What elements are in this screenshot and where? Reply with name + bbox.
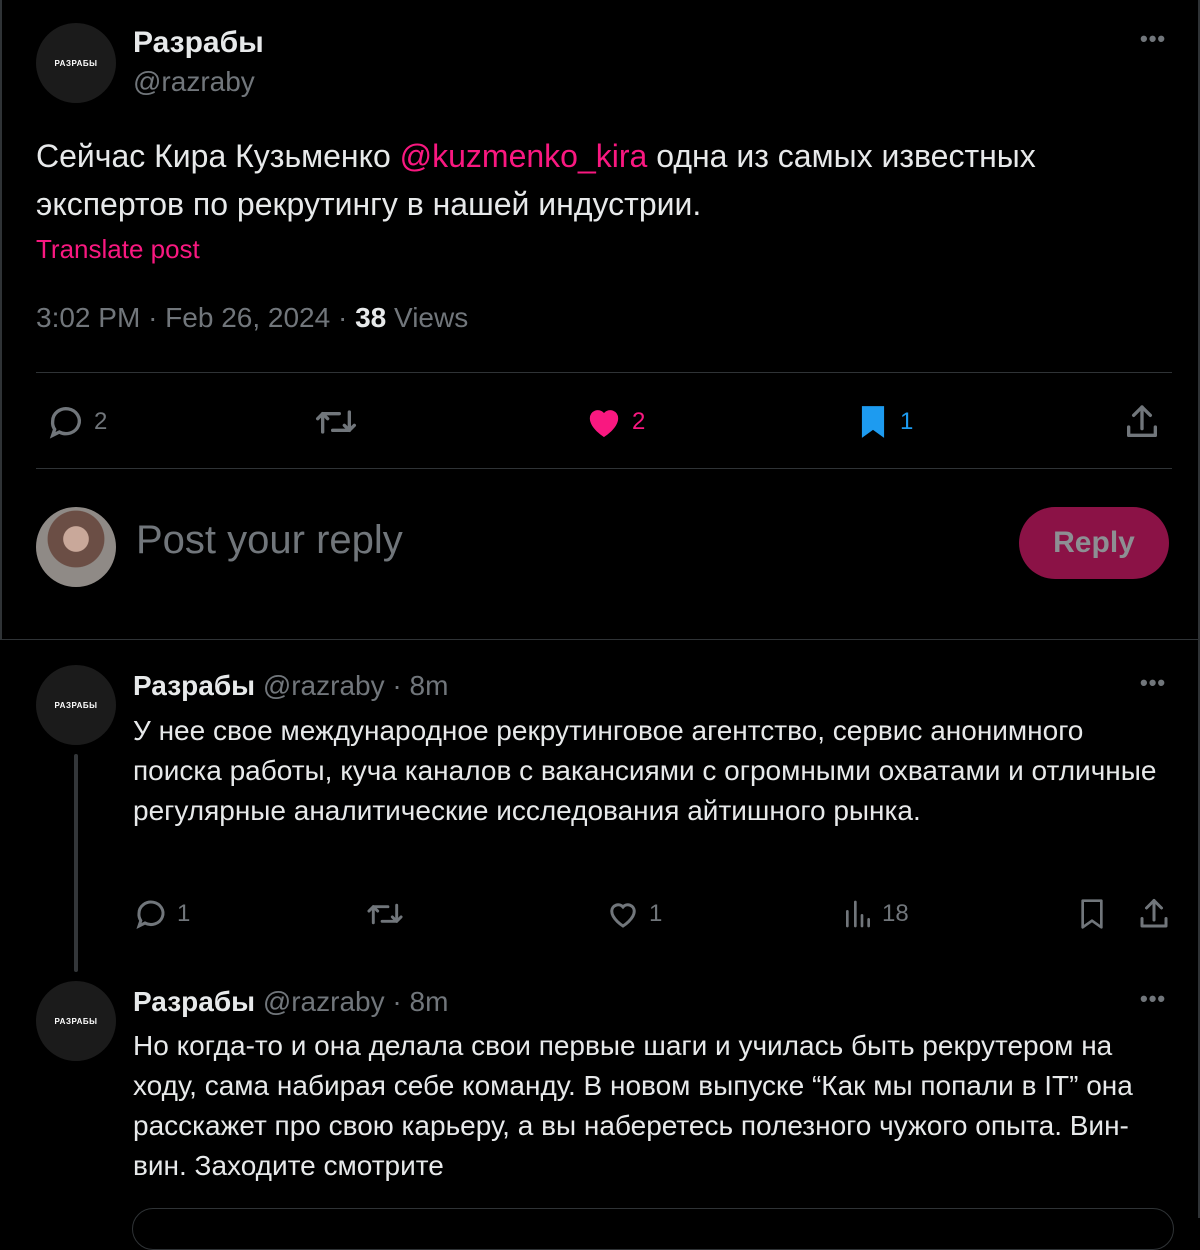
thread-like-count: 1 xyxy=(649,900,663,927)
thread-author-avatar[interactable]: РАЗРАБЫ xyxy=(36,665,116,745)
author-handle[interactable]: @razraby xyxy=(133,66,255,98)
post-text: Сейчас Кира Кузьменко @kuzmenko_kira одн… xyxy=(36,132,1156,228)
reply-count: 2 xyxy=(94,408,108,435)
post-time[interactable]: 3:02 PM xyxy=(36,302,140,333)
retweet-icon xyxy=(367,903,403,925)
mention-link[interactable]: @kuzmenko_kira xyxy=(400,138,648,174)
post-text-part: Сейчас Кира Кузьменко xyxy=(36,138,400,174)
more-icon[interactable]: ••• xyxy=(1140,986,1166,1012)
more-icon[interactable]: ••• xyxy=(1140,26,1166,52)
column-border-left xyxy=(0,0,2,640)
thread-text: Но когда-то и она делала свои первые шаг… xyxy=(133,1030,1133,1181)
user-avatar[interactable] xyxy=(36,507,116,587)
views-label: Views xyxy=(394,302,469,333)
comment-icon xyxy=(49,407,81,439)
comment-icon xyxy=(136,900,165,929)
post-detail-view: РАЗРАБЫ Разрабы @razraby ••• Сейчас Кира… xyxy=(0,0,1200,1250)
share-icon xyxy=(1140,899,1168,928)
share-icon xyxy=(1127,405,1157,437)
thread-bookmark-action[interactable] xyxy=(1076,896,1108,932)
analytics-icon xyxy=(846,900,870,928)
reply-input[interactable]: Post your reply xyxy=(136,518,403,563)
bookmark-icon xyxy=(1081,899,1103,929)
divider xyxy=(36,372,1172,373)
translate-post-link[interactable]: Translate post xyxy=(36,234,200,265)
divider xyxy=(36,468,1172,469)
avatar-logo-text: РАЗРАБЫ xyxy=(54,58,98,68)
avatar-logo-text: РАЗРАБЫ xyxy=(54,700,98,710)
heart-icon xyxy=(589,410,619,437)
thread-reply-action[interactable]: 1 xyxy=(133,896,190,932)
more-icon[interactable]: ••• xyxy=(1140,670,1166,696)
thread-views-count: 18 xyxy=(882,900,909,927)
author-name[interactable]: Разрабы xyxy=(133,26,264,60)
thread-connector xyxy=(74,754,78,972)
share-action[interactable] xyxy=(1122,402,1162,442)
bookmark-action[interactable]: 1 xyxy=(854,402,913,442)
thread-repost-action[interactable] xyxy=(366,896,404,932)
thread-author-name[interactable]: Разрабы xyxy=(133,986,255,1017)
author-avatar[interactable]: РАЗРАБЫ xyxy=(36,23,116,103)
thread-author-handle[interactable]: @razraby xyxy=(263,986,385,1017)
bookmark-icon xyxy=(861,406,885,438)
thread-time[interactable]: 8m xyxy=(410,670,449,701)
thread-header: Разрабы @razraby · 8m xyxy=(133,986,449,1017)
thread-author-name[interactable]: Разрабы xyxy=(133,670,255,701)
reply-action[interactable]: 2 xyxy=(46,402,107,442)
like-action[interactable]: 2 xyxy=(584,402,645,442)
thread-reply-count: 1 xyxy=(177,900,191,927)
thread-text: У нее свое международное рекрутинговое а… xyxy=(133,715,1157,826)
thread-time[interactable]: 8m xyxy=(410,986,449,1017)
section-divider xyxy=(0,639,1200,640)
thread-author-avatar[interactable]: РАЗРАБЫ xyxy=(36,981,116,1061)
views-count: 38 xyxy=(355,302,387,333)
heart-icon xyxy=(610,903,636,928)
post-date[interactable]: Feb 26, 2024 xyxy=(165,302,330,333)
reply-button[interactable]: Reply xyxy=(1019,507,1169,579)
thread-share-action[interactable] xyxy=(1136,896,1172,932)
thread-author-handle[interactable]: @razraby xyxy=(263,670,385,701)
link-card-preview[interactable] xyxy=(132,1208,1174,1250)
post-meta: 3:02 PM · Feb 26, 2024 · 38 Views xyxy=(36,302,469,333)
like-count: 2 xyxy=(632,408,646,435)
thread-header: Разрабы @razraby · 8m xyxy=(133,670,449,701)
avatar-logo-text: РАЗРАБЫ xyxy=(54,1016,98,1026)
retweet-icon xyxy=(315,410,356,434)
thread-like-action[interactable]: 1 xyxy=(605,896,662,932)
repost-action[interactable] xyxy=(314,402,358,442)
bookmark-count: 1 xyxy=(900,408,914,435)
thread-views-action[interactable]: 18 xyxy=(842,896,909,932)
